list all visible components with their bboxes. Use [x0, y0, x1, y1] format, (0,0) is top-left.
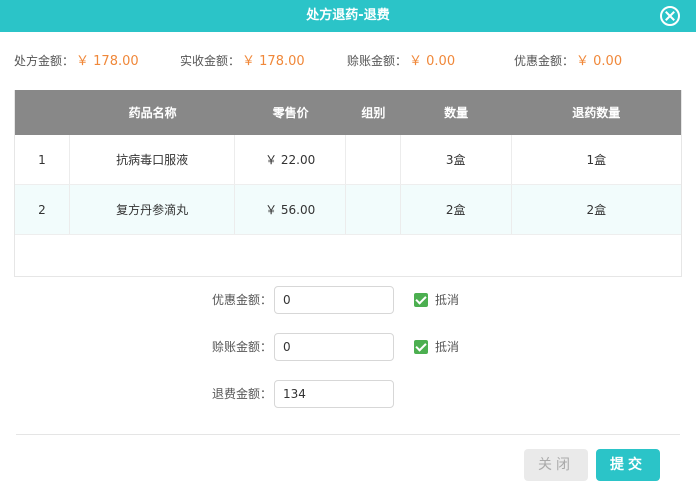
row-index: 2	[15, 185, 70, 234]
form-row-discount: 优惠金额： 抵消	[0, 286, 696, 314]
header-index	[15, 90, 70, 135]
summary-discount-label: 优惠金额：	[514, 54, 575, 68]
row-group	[346, 135, 401, 184]
discount-input[interactable]	[274, 286, 394, 314]
summary-bar: 处方金额： ￥ 178.00 实收金额： ￥ 178.00 赊账金额： ￥ 0.00 …	[14, 50, 682, 69]
refund-input[interactable]	[274, 380, 394, 408]
row-price: ￥ 22.00	[235, 135, 347, 184]
header-group: 组别	[361, 106, 386, 120]
row-group	[346, 185, 401, 234]
credit-label: 赊账金额：	[211, 340, 272, 354]
row-return-quantity[interactable]: 2盒	[512, 185, 681, 234]
dialog-title: 处方退药-退费	[306, 8, 390, 23]
close-button[interactable]: 关闭	[524, 449, 588, 481]
summary-credit-amount: ￥ 0.00	[409, 54, 456, 69]
header-price: 零售价	[272, 106, 309, 120]
form-row-refund: 退费金额：	[0, 380, 696, 408]
header-return-quantity: 退药数量	[572, 106, 621, 120]
summary-prescription: 处方金额： ￥ 178.00	[14, 50, 139, 69]
table-row[interactable]: 2 复方丹参滴丸 ￥ 56.00 2盒 2盒	[15, 185, 681, 235]
summary-received-amount: ￥ 178.00	[242, 54, 305, 69]
table-header: 药品名称 零售价 组别 数量 退药数量	[15, 90, 681, 135]
row-index: 1	[15, 135, 70, 184]
row-return-quantity[interactable]: 1盒	[512, 135, 681, 184]
close-circle-icon[interactable]	[660, 6, 680, 26]
table-row[interactable]: 1 抗病毒口服液 ￥ 22.00 3盒 1盒	[15, 135, 681, 185]
refund-label: 退费金额：	[211, 387, 272, 401]
drug-table: 药品名称 零售价 组别 数量 退药数量 1 抗病毒口服液 ￥ 22.00 3盒 …	[14, 90, 682, 277]
summary-credit: 赊账金额： ￥ 0.00	[347, 50, 455, 69]
row-price: ￥ 56.00	[235, 185, 347, 234]
summary-discount: 优惠金额： ￥ 0.00	[514, 50, 622, 69]
row-drug-name: 抗病毒口服液	[70, 135, 236, 184]
credit-input[interactable]	[274, 333, 394, 361]
header-quantity: 数量	[444, 106, 469, 120]
header-drug-name: 药品名称	[128, 106, 177, 120]
row-quantity: 3盒	[401, 135, 512, 184]
summary-prescription-amount: ￥ 178.00	[76, 54, 139, 69]
discount-label: 优惠金额：	[211, 293, 272, 307]
discount-offset-label[interactable]: 抵消	[435, 286, 459, 314]
summary-credit-label: 赊账金额：	[347, 54, 408, 68]
row-quantity: 2盒	[401, 185, 512, 234]
summary-received: 实收金额： ￥ 178.00	[180, 50, 305, 69]
form-row-credit: 赊账金额： 抵消	[0, 333, 696, 361]
dialog-titlebar: 处方退药-退费	[0, 0, 696, 32]
discount-offset-checkbox[interactable]	[414, 293, 428, 307]
submit-button[interactable]: 提交	[596, 449, 660, 481]
footer-divider	[16, 434, 680, 435]
summary-prescription-label: 处方金额：	[14, 54, 75, 68]
summary-received-label: 实收金额：	[180, 54, 241, 68]
summary-discount-amount: ￥ 0.00	[576, 54, 623, 69]
credit-offset-checkbox[interactable]	[414, 340, 428, 354]
credit-offset-label[interactable]: 抵消	[435, 333, 459, 361]
row-drug-name: 复方丹参滴丸	[70, 185, 236, 234]
